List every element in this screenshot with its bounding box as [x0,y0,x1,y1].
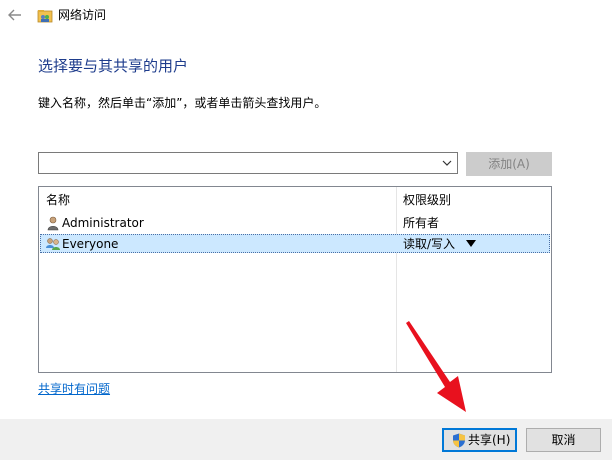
dialog-footer [0,419,612,460]
cancel-button[interactable]: 取消 [526,428,601,452]
user-name-combobox[interactable] [38,152,458,174]
add-button[interactable]: 添加(A) [466,152,552,176]
network-sharing-icon [37,10,53,23]
instruction-text: 键入名称，然后单击“添加”，或者单击箭头查找用户。 [38,96,327,110]
user-name-input[interactable] [41,154,437,172]
permission-level: 所有者 [403,216,440,230]
back-arrow-icon[interactable] [6,6,24,24]
user-permission-list[interactable]: 名称 权限级别 Administrator 所有者 Everyone 读取/写入 [38,186,552,373]
user-name: Administrator [62,216,144,230]
list-header: 名称 权限级别 [39,187,551,211]
share-button[interactable]: 共享(H) [442,428,517,452]
list-item-administrator[interactable]: Administrator 所有者 [40,213,550,233]
user-icon [47,216,59,231]
combo-dropdown-button[interactable] [437,153,457,173]
permission-level[interactable]: 读取/写入 [403,237,455,251]
column-header-permission[interactable]: 权限级别 [403,193,451,207]
permission-dropdown-icon[interactable] [466,240,476,247]
group-icon [46,238,60,250]
column-header-name[interactable]: 名称 [46,193,70,207]
window-title: 网络访问 [58,8,107,22]
title-bar: 网络访问 [0,0,612,32]
chevron-down-icon [442,160,452,166]
list-item-everyone[interactable]: Everyone 读取/写入 [40,234,550,253]
sharing-help-link[interactable]: 共享时有问题 [38,381,110,397]
user-name: Everyone [62,237,119,251]
page-heading: 选择要与其共享的用户 [38,57,189,75]
uac-shield-icon [453,433,465,448]
share-button-label: 共享(H) [468,433,511,447]
